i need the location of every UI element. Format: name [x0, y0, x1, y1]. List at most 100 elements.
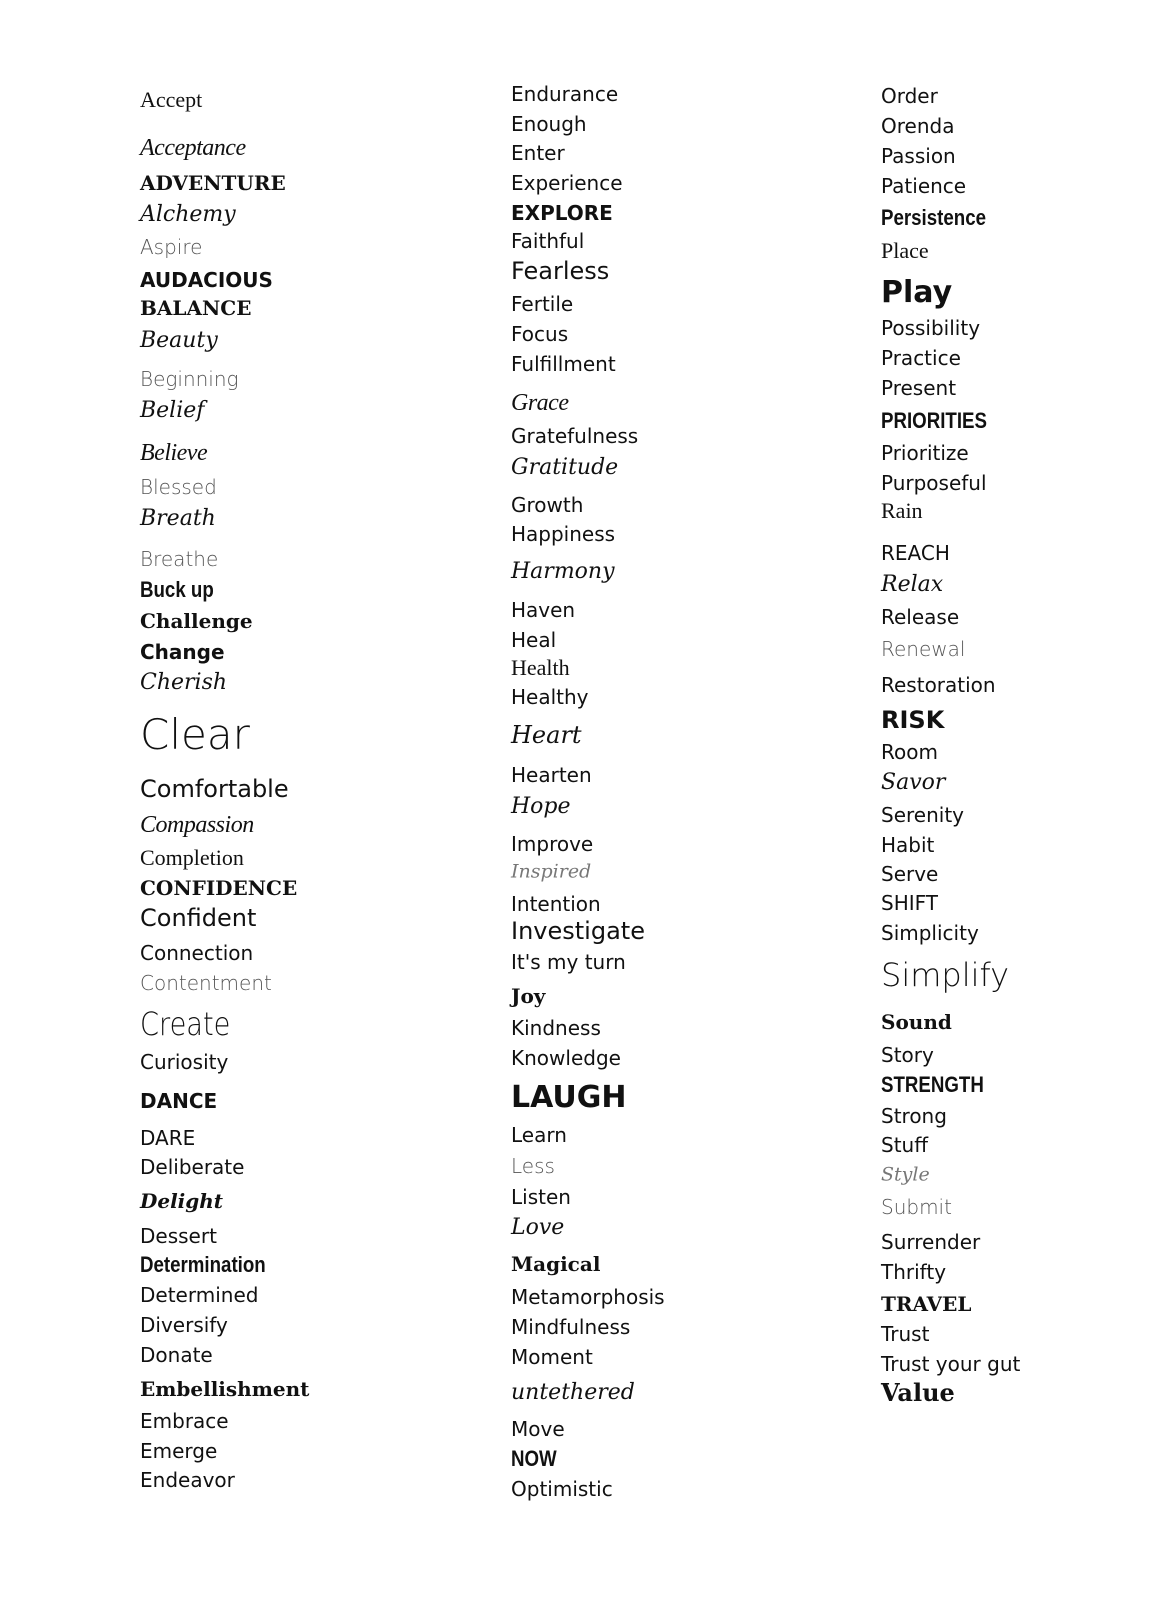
word-item: RISK	[881, 706, 945, 734]
word-item: SHIFT	[881, 891, 939, 915]
word-item: Serenity	[881, 803, 964, 827]
word-item: Listen	[511, 1185, 571, 1209]
word-item: Confident	[140, 904, 257, 932]
word-item: Buck up	[140, 577, 214, 602]
word-item: PRIORITIES	[881, 408, 987, 433]
word-item: Place	[881, 238, 929, 263]
word-item: Heart	[511, 721, 582, 749]
word-item: Purposeful	[881, 471, 987, 495]
word-item: Surrender	[881, 1230, 981, 1254]
word-item: Less	[511, 1154, 555, 1178]
word-item: Patience	[881, 174, 967, 198]
word-item: Story	[881, 1043, 934, 1067]
word-item: Room	[881, 740, 938, 764]
word-item: Delight	[140, 1189, 224, 1213]
word-item: STRENGTH	[881, 1072, 984, 1097]
word-item: Healthy	[511, 685, 589, 709]
word-item: Diversify	[140, 1313, 228, 1337]
word-item: Investigate	[511, 917, 645, 945]
word-item: Magical	[511, 1252, 601, 1276]
word-item: Love	[511, 1215, 565, 1240]
word-item: Determination	[140, 1252, 266, 1277]
word-item: EXPLORE	[511, 201, 613, 225]
word-item: Endurance	[511, 82, 619, 106]
word-item: Stuff	[881, 1133, 928, 1157]
word-item: Enough	[511, 112, 587, 136]
word-item: Cherish	[140, 670, 228, 695]
word-item: Breath	[140, 506, 216, 531]
word-item: Fertile	[511, 292, 574, 316]
word-item: Breathe	[140, 547, 219, 571]
word-item: Knowledge	[511, 1046, 621, 1070]
word-item: Trust your gut	[881, 1352, 1021, 1376]
word-item: Aspire	[140, 235, 203, 259]
word-item: BALANCE	[140, 296, 252, 320]
word-item: Grace	[511, 390, 569, 416]
word-item: Blessed	[140, 475, 217, 499]
word-item: Alchemy	[140, 202, 236, 227]
word-item: Renewal	[881, 637, 966, 661]
word-item: Kindness	[511, 1016, 601, 1040]
word-item: Challenge	[140, 609, 253, 633]
word-item: untethered	[511, 1380, 635, 1405]
word-item: CONFIDENCE	[140, 876, 298, 900]
word-item: Accept	[140, 87, 203, 112]
word-item: Hope	[511, 794, 571, 819]
word-item: ADVENTURE	[140, 171, 286, 195]
word-item: Order	[881, 84, 938, 108]
word-item: Enter	[511, 141, 565, 165]
word-item: Completion	[140, 845, 244, 870]
word-item: Rain	[881, 498, 923, 523]
word-item: Sound	[881, 1010, 952, 1034]
word-item: Create	[140, 1005, 231, 1043]
word-item: Prioritize	[881, 441, 969, 465]
word-item: Change	[140, 640, 225, 664]
word-item: Optimistic	[511, 1477, 613, 1501]
word-item: Intention	[511, 892, 601, 916]
word-item: It's my turn	[511, 950, 626, 974]
word-item: Fulfillment	[511, 352, 616, 376]
word-item: Serve	[881, 862, 939, 886]
word-item: Determined	[140, 1283, 259, 1307]
word-item: Health	[511, 655, 570, 680]
word-item: Restoration	[881, 673, 996, 697]
word-item: Embrace	[140, 1409, 229, 1433]
word-item: Harmony	[511, 559, 615, 584]
word-item: Heal	[511, 628, 557, 652]
word-item: Practice	[881, 346, 961, 370]
word-item: Value	[881, 1378, 955, 1407]
word-item: Passion	[881, 144, 956, 168]
word-item: Faithful	[511, 229, 585, 253]
word-item: Joy	[511, 984, 546, 1008]
word-item: Belief	[140, 398, 205, 423]
word-item: Emerge	[140, 1439, 218, 1463]
word-item: Habit	[881, 833, 935, 857]
word-item: Simplify	[881, 956, 1010, 994]
word-item: Endeavor	[140, 1468, 235, 1492]
word-item: Mindfulness	[511, 1315, 631, 1339]
word-item: Hearten	[511, 763, 592, 787]
word-item: Beginning	[140, 367, 239, 391]
word-item: NOW	[511, 1446, 557, 1471]
word-item: AUDACIOUS	[140, 268, 273, 292]
word-item: Curiosity	[140, 1050, 229, 1074]
word-item: Comfortable	[140, 775, 289, 803]
word-item: Style	[881, 1163, 930, 1186]
word-item: Orenda	[881, 114, 955, 138]
word-item: Deliberate	[140, 1155, 245, 1179]
word-item: Donate	[140, 1343, 213, 1367]
word-item: Improve	[511, 832, 594, 856]
word-item: Haven	[511, 598, 576, 622]
word-item: Happiness	[511, 522, 616, 546]
word-item: Growth	[511, 493, 584, 517]
word-item: LAUGH	[511, 1080, 627, 1115]
word-item: REACH	[881, 541, 950, 565]
word-item: Simplicity	[881, 921, 979, 945]
word-item: Submit	[881, 1195, 952, 1219]
word-item: Release	[881, 605, 960, 629]
word-item: Present	[881, 376, 957, 400]
word-item: Play	[881, 275, 953, 310]
word-item: Fearless	[511, 257, 610, 285]
word-item: Believe	[140, 440, 208, 466]
word-item: Inspired	[511, 860, 592, 883]
